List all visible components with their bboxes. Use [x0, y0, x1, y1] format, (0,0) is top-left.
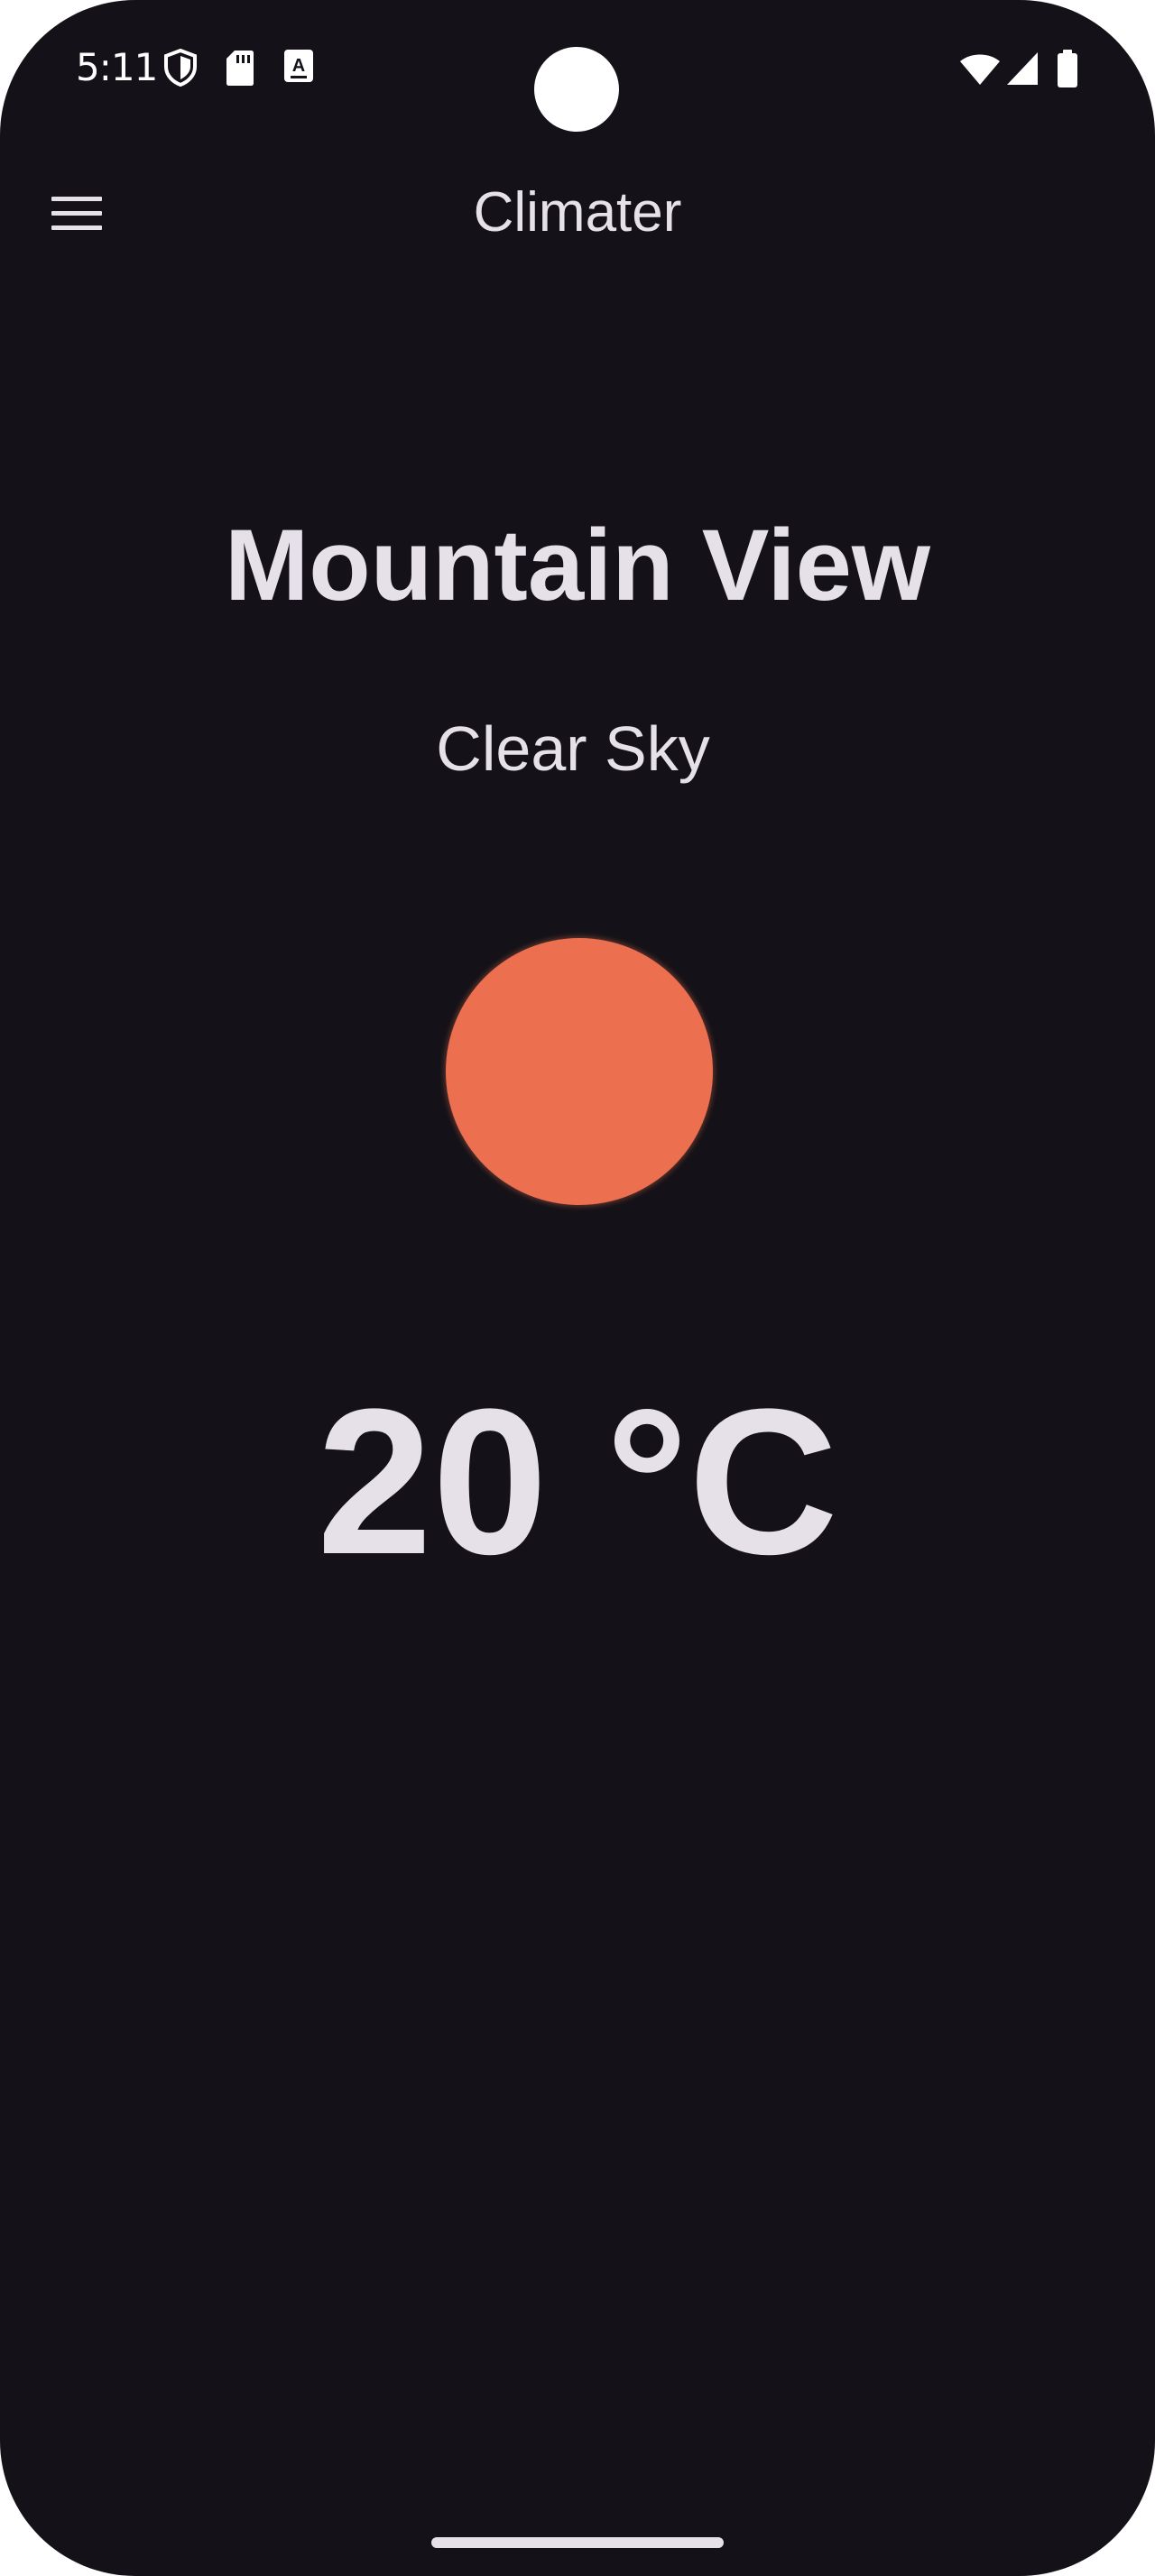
battery-icon: [1056, 49, 1079, 93]
signal-icon: [1005, 51, 1040, 91]
city-name: Mountain View: [225, 509, 930, 621]
phone-screen: 5:11 A Climater Mountain View Clear Sky …: [0, 0, 1155, 2576]
status-time: 5:11: [76, 45, 158, 89]
top-app-bar: Climater: [0, 159, 1155, 271]
shield-icon: [162, 48, 199, 91]
camera-cutout: [534, 47, 619, 132]
sd-card-icon: [226, 49, 254, 91]
sun-icon: [446, 938, 713, 1205]
app-title: Climater: [473, 181, 682, 244]
wifi-icon: [958, 51, 1002, 91]
keyboard-a-icon: A: [283, 49, 314, 87]
weather-condition: Clear Sky: [436, 713, 710, 784]
status-bar: 5:11 A: [0, 0, 1155, 144]
gesture-nav-handle[interactable]: [431, 2537, 724, 2548]
svg-text:A: A: [292, 56, 305, 76]
temperature: 20 °C: [317, 1366, 838, 1597]
